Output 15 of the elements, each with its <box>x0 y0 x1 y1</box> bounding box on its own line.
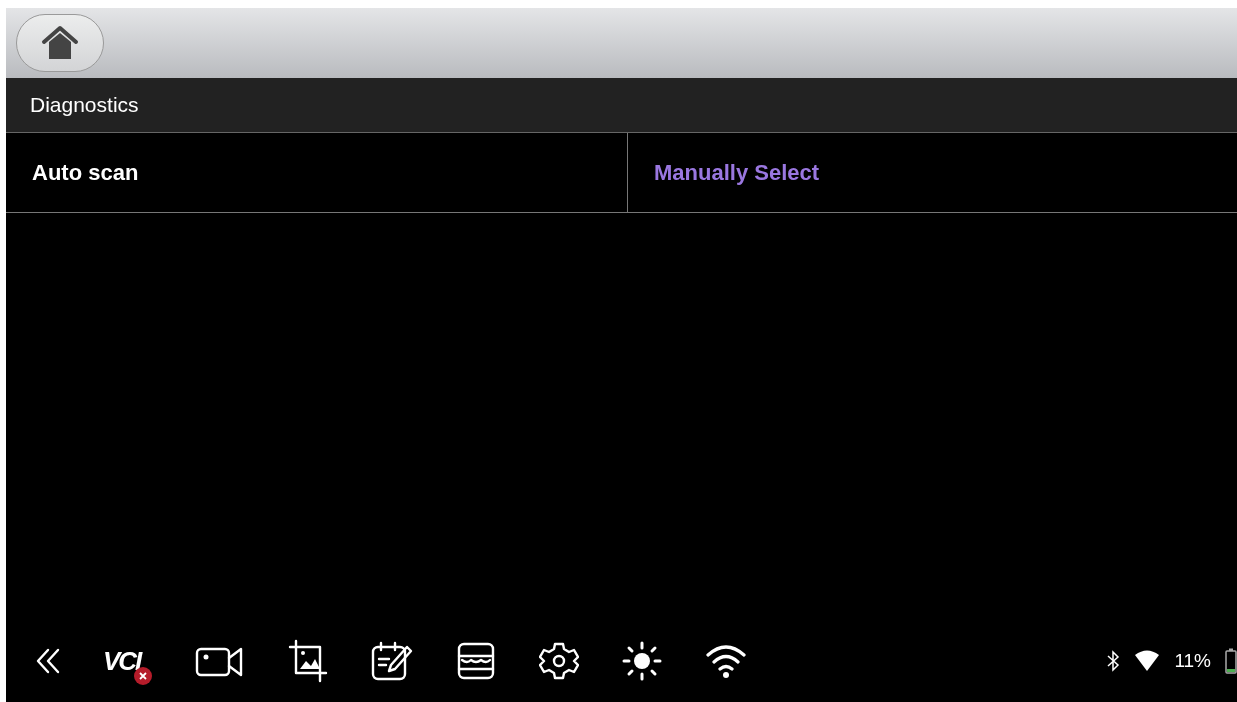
wifi-signal-icon <box>1134 650 1161 672</box>
brightness-icon[interactable] <box>622 641 663 681</box>
tab[interactable]: Manually Select <box>627 133 1237 212</box>
storefront-icon[interactable] <box>456 641 497 681</box>
battery-icon <box>1225 648 1237 674</box>
settings-icon[interactable] <box>539 641 580 681</box>
note-edit-icon[interactable] <box>371 641 414 681</box>
tab[interactable]: Auto scan <box>6 133 627 212</box>
page-title: Diagnostics <box>30 93 139 117</box>
double-chevron-left-icon[interactable] <box>36 648 60 674</box>
bluetooth-icon <box>1106 650 1121 672</box>
home-icon <box>41 25 79 61</box>
wifi-icon[interactable] <box>705 643 748 679</box>
image-crop-icon[interactable] <box>288 639 329 683</box>
battery-percentage: 11% <box>1174 650 1211 672</box>
